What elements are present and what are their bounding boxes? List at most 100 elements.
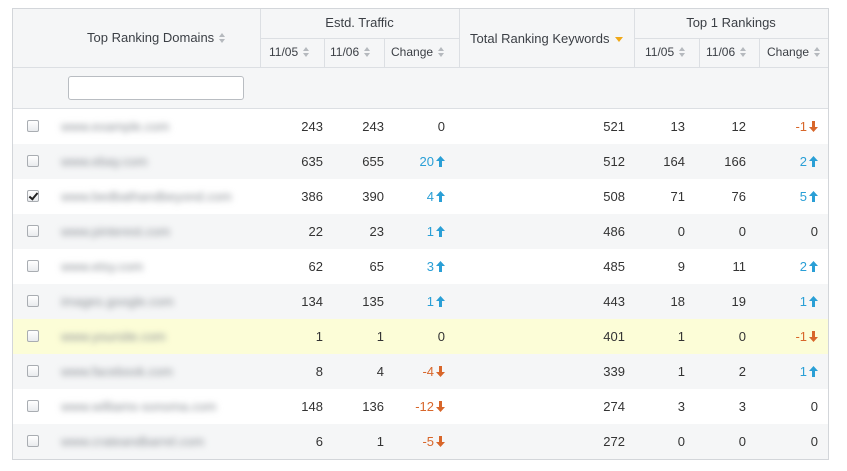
domain-link[interactable]: www.bedbathandbeyond.com xyxy=(61,189,232,204)
row-checkbox[interactable] xyxy=(27,155,39,167)
arrow-down-icon xyxy=(809,331,818,343)
cell-value: 1 xyxy=(677,364,685,379)
top1-1105-cell: 0 xyxy=(678,424,685,459)
total-keywords-cell: 274 xyxy=(603,389,625,424)
column-header-label: 11/05 xyxy=(645,45,675,59)
cell-value: 13 xyxy=(670,119,685,134)
cell-value: -1 xyxy=(795,329,807,344)
arrow-up-icon xyxy=(436,261,445,273)
table-row[interactable]: images.google.com 134 135 1 443 18 19 1 xyxy=(13,284,828,319)
cell-value: 1 xyxy=(426,224,434,239)
table-row[interactable]: www.facebook.com 8 4 -4 339 1 2 1 xyxy=(13,354,828,389)
cell-value: 486 xyxy=(603,224,625,239)
traffic-1106-cell: 23 xyxy=(370,214,384,249)
table-row[interactable]: www.ebay.com 635 655 20 512 164 166 2 xyxy=(13,144,828,179)
column-header-top1-1105[interactable]: 11/05 xyxy=(645,45,686,59)
cell-value: -1 xyxy=(795,119,807,134)
column-header-traffic-1105[interactable]: 11/05 xyxy=(269,45,310,59)
header-divider xyxy=(260,38,459,39)
ranking-domains-table: Top Ranking Domains Estd. Traffic 11/05 … xyxy=(12,8,829,460)
traffic-1106-cell: 65 xyxy=(370,249,384,284)
traffic-change-cell: 0 xyxy=(438,319,445,354)
cell-value: 148 xyxy=(301,399,323,414)
row-checkbox[interactable] xyxy=(27,435,39,447)
top1-1106-cell: 76 xyxy=(732,179,746,214)
cell-value: 0 xyxy=(738,434,746,449)
cell-value: 339 xyxy=(603,364,625,379)
column-header-total-keywords[interactable]: Total Ranking Keywords xyxy=(470,31,624,46)
top1-change-cell: 0 xyxy=(811,389,818,424)
domain-link[interactable]: www.crateandbarrel.com xyxy=(61,434,204,449)
cell-value: 2 xyxy=(799,259,807,274)
traffic-1106-cell: 1 xyxy=(377,424,384,459)
row-checkbox[interactable] xyxy=(27,225,39,237)
domain-link[interactable]: www.facebook.com xyxy=(61,364,173,379)
traffic-change-cell: 4 xyxy=(427,179,445,214)
cell-value: 6 xyxy=(315,434,323,449)
traffic-1106-cell: 4 xyxy=(377,354,384,389)
top1-1106-cell: 0 xyxy=(739,214,746,249)
column-header-label: 11/06 xyxy=(706,45,736,59)
row-checkbox[interactable] xyxy=(27,295,39,307)
cell-value: 22 xyxy=(308,224,323,239)
cell-value: 243 xyxy=(362,119,384,134)
table-row[interactable]: www.yoursite.com 1 1 0 401 1 0 -1 xyxy=(13,319,828,354)
table-row[interactable]: www.pinterest.com 22 23 1 486 0 0 0 xyxy=(13,214,828,249)
cell-value: 521 xyxy=(603,119,625,134)
domain-link[interactable]: images.google.com xyxy=(61,294,174,309)
cell-value: 2 xyxy=(738,364,746,379)
row-checkbox[interactable] xyxy=(27,365,39,377)
column-header-label: Total Ranking Keywords xyxy=(470,31,610,46)
row-checkbox[interactable] xyxy=(27,400,39,412)
arrow-down-icon xyxy=(436,366,445,378)
domain-link[interactable]: www.yoursite.com xyxy=(61,329,166,344)
cell-value: -5 xyxy=(422,434,434,449)
table-row[interactable]: www.williams-sonoma.com 148 136 -12 274 3 3 0 xyxy=(13,389,828,424)
table-row[interactable]: www.example.com 243 243 0 521 13 12 -1 xyxy=(13,109,828,144)
column-header-traffic-change[interactable]: Change xyxy=(391,45,445,59)
arrow-up-icon xyxy=(436,226,445,238)
top1-change-cell: 1 xyxy=(800,284,818,319)
cell-value: 134 xyxy=(301,294,323,309)
cell-value: 386 xyxy=(301,189,323,204)
column-header-label: Change xyxy=(391,45,434,59)
header-divider xyxy=(324,38,325,67)
domain-link[interactable]: www.pinterest.com xyxy=(61,224,170,239)
table-row[interactable]: www.bedbathandbeyond.com 386 390 4 508 71 76 5 xyxy=(13,179,828,214)
traffic-1105-cell: 635 xyxy=(301,144,323,179)
traffic-1105-cell: 243 xyxy=(301,109,323,144)
table-row[interactable]: www.etsy.com 62 65 3 485 9 11 2 xyxy=(13,249,828,284)
column-header-domain[interactable]: Top Ranking Domains xyxy=(87,30,226,45)
row-checkbox[interactable] xyxy=(27,190,39,202)
cell-value: 65 xyxy=(369,259,384,274)
column-header-traffic-1106[interactable]: 11/06 xyxy=(330,45,371,59)
cell-value: 0 xyxy=(677,434,685,449)
traffic-1105-cell: 6 xyxy=(316,424,323,459)
column-header-top1-1106[interactable]: 11/06 xyxy=(706,45,747,59)
top1-1106-cell: 11 xyxy=(733,249,747,284)
domain-link[interactable]: www.ebay.com xyxy=(61,154,147,169)
row-checkbox[interactable] xyxy=(27,120,39,132)
cell-value: 243 xyxy=(301,119,323,134)
traffic-change-cell: -12 xyxy=(415,389,445,424)
cell-value: 8 xyxy=(315,364,323,379)
top1-1105-cell: 9 xyxy=(678,249,685,284)
table-row[interactable]: www.crateandbarrel.com 6 1 -5 272 0 0 0 xyxy=(13,424,828,459)
top1-1105-cell: 164 xyxy=(663,144,685,179)
cell-value: 9 xyxy=(677,259,685,274)
cell-value: 0 xyxy=(810,434,818,449)
total-keywords-cell: 486 xyxy=(603,214,625,249)
top1-change-cell: 2 xyxy=(800,249,818,284)
column-header-top1-change[interactable]: Change xyxy=(767,45,821,59)
arrow-up-icon xyxy=(809,366,818,378)
domain-link[interactable]: www.example.com xyxy=(61,119,169,134)
cell-value: 0 xyxy=(738,329,746,344)
domain-link[interactable]: www.etsy.com xyxy=(61,259,143,274)
cell-value: 485 xyxy=(603,259,625,274)
sort-icon xyxy=(814,46,821,57)
domain-filter-input[interactable] xyxy=(68,76,244,100)
row-checkbox[interactable] xyxy=(27,330,39,342)
sort-icon xyxy=(219,32,226,43)
row-checkbox[interactable] xyxy=(27,260,39,272)
domain-link[interactable]: www.williams-sonoma.com xyxy=(61,399,216,414)
